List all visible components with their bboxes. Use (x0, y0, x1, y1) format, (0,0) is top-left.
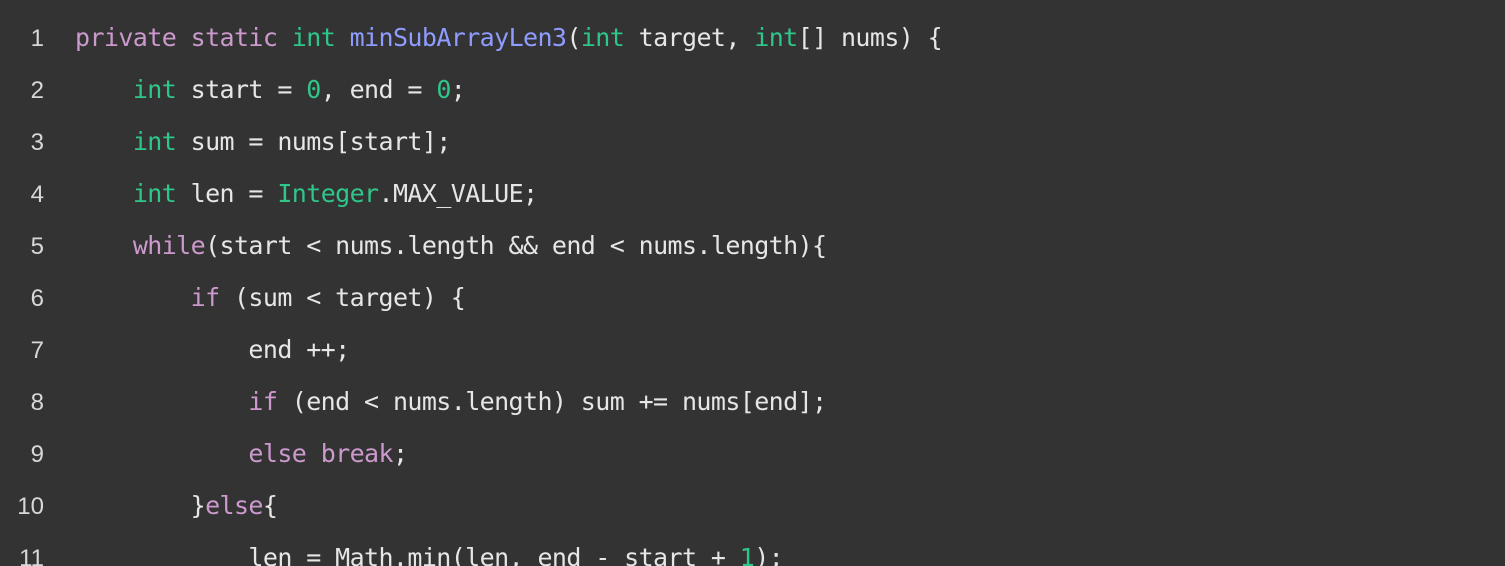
code-line[interactable]: 6 if (sum < target) { (0, 272, 1505, 324)
code-token: 0 (436, 75, 451, 104)
code-line[interactable]: 1 private static int minSubArrayLen3(int … (0, 12, 1505, 64)
code-token: static (190, 23, 278, 52)
code-token: ; (450, 75, 466, 104)
code-text: int start = 0, end = 0; (75, 64, 466, 116)
code-token: ; (392, 439, 408, 468)
code-line[interactable]: 4 int len = Integer.MAX_VALUE; (0, 168, 1505, 220)
code-token: else (248, 439, 307, 468)
code-text: private static int minSubArrayLen3(int t… (75, 12, 943, 64)
code-token: if (190, 283, 221, 312)
line-number: 7 (30, 337, 44, 364)
code-token: int (132, 75, 177, 104)
code-token: private (75, 23, 177, 52)
line-number: 2 (30, 77, 44, 104)
line-number: 8 (30, 389, 44, 416)
code-line[interactable]: 7 end ++; (0, 324, 1505, 376)
code-token: , end = (320, 75, 437, 104)
code-text: end ++; (75, 324, 350, 376)
code-line[interactable]: 5 while(start < nums.length && end < num… (0, 220, 1505, 272)
code-line[interactable]: 2 int start = 0, end = 0; (0, 64, 1505, 116)
code-text: len = Math.min(len, end - start + 1); (75, 532, 783, 566)
code-line[interactable]: 10 }else{ (0, 480, 1505, 532)
code-token: while (132, 231, 206, 260)
code-token: len = Math.min(len, end - start + (75, 543, 740, 566)
code-token: (end < nums.length) sum += nums[end]; (277, 387, 827, 416)
code-text: while(start < nums.length && end < nums.… (75, 220, 827, 272)
code-token: Integer (277, 179, 379, 208)
code-text: }else{ (75, 480, 278, 532)
code-line[interactable]: 9 else break; (0, 428, 1505, 480)
line-number: 11 (19, 545, 44, 566)
code-token: int (291, 23, 336, 52)
code-token: ( (566, 23, 581, 52)
line-number: 4 (30, 181, 44, 208)
code-token: [] nums) { (797, 23, 943, 52)
line-number: 1 (30, 25, 44, 52)
code-text: if (end < nums.length) sum += nums[end]; (75, 376, 827, 428)
code-token: int (754, 23, 798, 52)
code-token: start = (176, 75, 307, 104)
code-token: (sum < target) { (219, 283, 466, 312)
line-number: 5 (30, 233, 44, 260)
line-number: 9 (30, 441, 44, 468)
code-token: else (205, 491, 263, 520)
code-line[interactable]: 11 len = Math.min(len, end - start + 1); (0, 532, 1505, 566)
line-number: 10 (17, 493, 44, 520)
code-token: break (320, 439, 394, 468)
code-token: ); (754, 543, 784, 566)
code-text: int sum = nums[start]; (75, 116, 452, 168)
code-token: int (132, 127, 177, 156)
code-line[interactable]: 8 if (end < nums.length) sum += nums[end… (0, 376, 1505, 428)
code-token: 1 (739, 543, 755, 566)
code-token: target, (624, 23, 755, 52)
code-token: sum = nums[start]; (176, 127, 452, 156)
code-token: .MAX_VALUE; (378, 179, 539, 208)
code-token: (start < nums.length && end < nums.lengt… (205, 231, 827, 260)
code-token: len = (176, 179, 278, 208)
code-token: if (248, 387, 278, 416)
line-number: 6 (30, 285, 44, 312)
code-line[interactable]: 3 int sum = nums[start]; (0, 116, 1505, 168)
code-token: } (75, 491, 206, 520)
code-text: if (sum < target) { (75, 272, 466, 324)
line-number: 3 (30, 129, 44, 156)
code-text: int len = Integer.MAX_VALUE; (75, 168, 539, 220)
code-token: int (580, 23, 625, 52)
code-token: 0 (306, 75, 321, 104)
code-token: int (132, 179, 177, 208)
code-token: { (262, 491, 278, 520)
code-token: minSubArrayLen3 (349, 23, 567, 52)
code-editor[interactable]: 1 private static int minSubArrayLen3(int … (0, 0, 1505, 566)
code-token: end ++; (75, 335, 350, 364)
code-text: else break; (75, 428, 408, 480)
